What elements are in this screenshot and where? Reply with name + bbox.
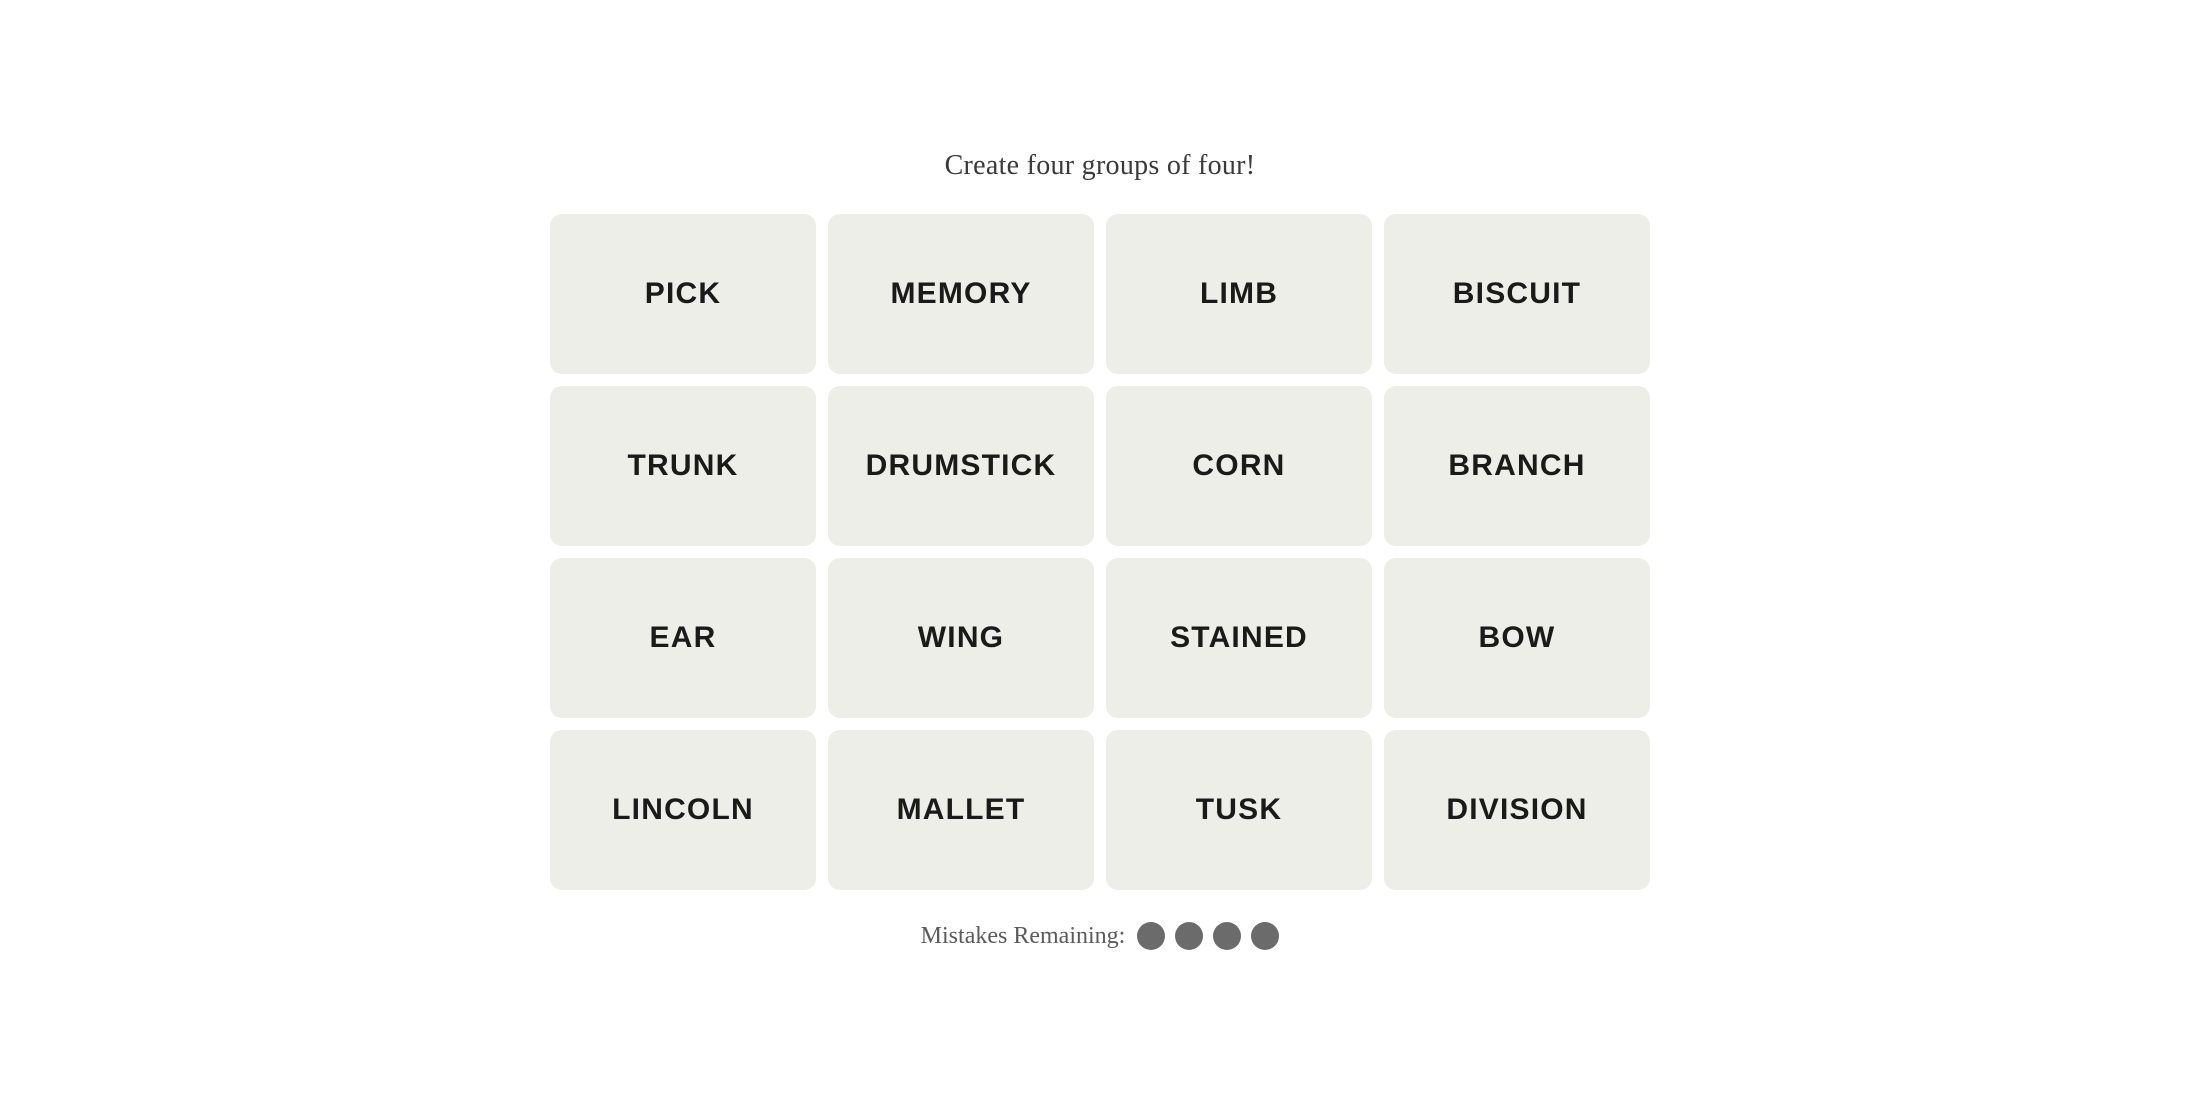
tile-trunk[interactable]: TRUNK [550, 386, 816, 546]
tile-wing[interactable]: WING [828, 558, 1094, 718]
mistake-dot-2 [1175, 922, 1203, 950]
tile-division[interactable]: DIVISION [1384, 730, 1650, 890]
tile-label-mallet: MALLET [897, 793, 1026, 827]
tile-label-wing: WING [918, 621, 1004, 655]
tile-bow[interactable]: BOW [1384, 558, 1650, 718]
tile-limb[interactable]: LIMB [1106, 214, 1372, 374]
tile-pick[interactable]: PICK [550, 214, 816, 374]
tile-label-ear: EAR [650, 621, 717, 655]
tile-corn[interactable]: CORN [1106, 386, 1372, 546]
mistake-dot-4 [1251, 922, 1279, 950]
tile-label-biscuit: BISCUIT [1453, 277, 1581, 311]
tile-label-drumstick: DRUMSTICK [866, 449, 1057, 483]
tile-label-bow: BOW [1479, 621, 1556, 655]
mistake-dot-1 [1137, 922, 1165, 950]
mistake-dot-3 [1213, 922, 1241, 950]
game-container: Create four groups of four! PICK MEMORY LI… [550, 150, 1650, 950]
tile-tusk[interactable]: TUSK [1106, 730, 1372, 890]
mistakes-section: Mistakes Remaining: [921, 922, 1280, 950]
tile-label-trunk: TRUNK [628, 449, 739, 483]
tile-label-lincoln: LINCOLN [612, 793, 754, 827]
tile-label-corn: CORN [1192, 449, 1285, 483]
tile-mallet[interactable]: MALLET [828, 730, 1094, 890]
tile-stained[interactable]: STAINED [1106, 558, 1372, 718]
subtitle: Create four groups of four! [945, 150, 1256, 182]
tile-label-stained: STAINED [1170, 621, 1308, 655]
mistakes-dots [1137, 922, 1279, 950]
tile-label-limb: LIMB [1200, 277, 1278, 311]
tile-label-tusk: TUSK [1196, 793, 1282, 827]
tile-label-memory: MEMORY [890, 277, 1031, 311]
tile-lincoln[interactable]: LINCOLN [550, 730, 816, 890]
tile-memory[interactable]: MEMORY [828, 214, 1094, 374]
mistakes-label: Mistakes Remaining: [921, 923, 1126, 950]
tile-biscuit[interactable]: BISCUIT [1384, 214, 1650, 374]
tile-drumstick[interactable]: DRUMSTICK [828, 386, 1094, 546]
tile-label-branch: BRANCH [1448, 449, 1585, 483]
tile-grid: PICK MEMORY LIMB BISCUIT TRUNK DRUMSTICK CORN B… [550, 214, 1650, 890]
tile-label-division: DIVISION [1446, 793, 1587, 827]
tile-label-pick: PICK [645, 277, 721, 311]
tile-branch[interactable]: BRANCH [1384, 386, 1650, 546]
tile-ear[interactable]: EAR [550, 558, 816, 718]
